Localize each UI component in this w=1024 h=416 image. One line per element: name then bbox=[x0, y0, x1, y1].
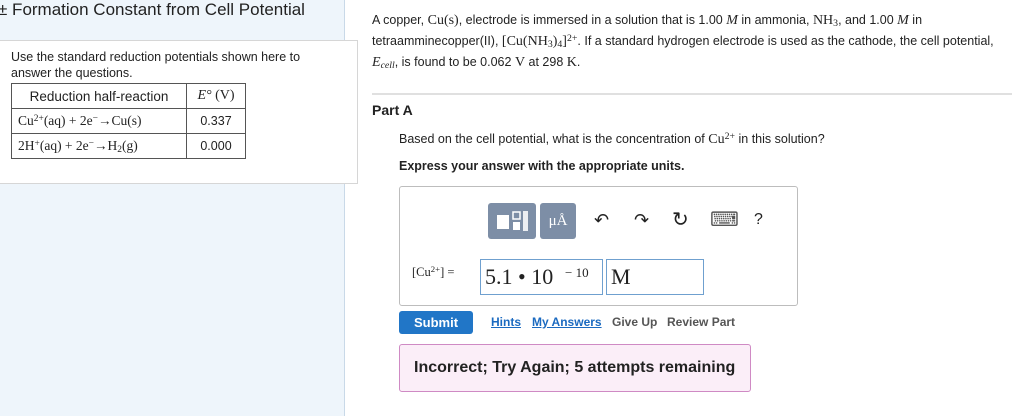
header-reaction: Reduction half-reaction bbox=[11, 83, 187, 109]
reset-button[interactable]: ↻ bbox=[672, 204, 689, 236]
table-header-row: Reduction half-reaction E° (V) bbox=[11, 83, 246, 109]
section-divider bbox=[372, 93, 1012, 95]
redo-icon: ↷ bbox=[634, 210, 650, 230]
templates-button[interactable] bbox=[488, 203, 536, 239]
reset-icon: ↻ bbox=[672, 209, 689, 231]
units-icon: μÅ bbox=[548, 213, 568, 229]
units-button[interactable]: μÅ bbox=[540, 203, 576, 239]
half-reaction-cell: 2H+(aq) + 2e−→H2(g) bbox=[11, 133, 187, 159]
submit-button[interactable]: Submit bbox=[399, 311, 473, 334]
table-row: 2H+(aq) + 2e−→H2(g) 0.000 bbox=[11, 133, 246, 159]
keyboard-icon: ⌨ bbox=[710, 209, 739, 231]
potential-cell: 0.000 bbox=[186, 133, 246, 159]
problem-statement: A copper, Cu(s), electrode is immersed i… bbox=[372, 13, 994, 72]
instructions-text: Use the standard reduction potentials sh… bbox=[11, 50, 301, 80]
keyboard-button[interactable]: ⌨ bbox=[710, 204, 739, 236]
potential-cell: 0.337 bbox=[186, 108, 246, 134]
reduction-potential-table: Reduction half-reaction E° (V) Cu2+(aq) … bbox=[11, 83, 246, 159]
help-icon: ? bbox=[754, 211, 763, 228]
help-button[interactable]: ? bbox=[754, 204, 763, 236]
give-up-link[interactable]: Give Up bbox=[612, 315, 657, 329]
hints-link[interactable]: Hints bbox=[491, 315, 521, 329]
redo-button[interactable]: ↷ bbox=[634, 204, 649, 236]
answer-unit-input[interactable]: M bbox=[606, 259, 704, 295]
info-panel: ± Formation Constant from Cell Potential… bbox=[0, 0, 358, 416]
answer-box: μÅ ↶ ↷ ↻ ⌨ ? [Cu2+] = 5.1 • 10− 10 M bbox=[399, 186, 798, 306]
half-reaction-cell: Cu2+(aq) + 2e−→Cu(s) bbox=[11, 108, 187, 134]
templates-icon bbox=[497, 211, 528, 231]
undo-icon: ↶ bbox=[594, 210, 610, 230]
review-part-link[interactable]: Review Part bbox=[667, 315, 735, 329]
question-text: Based on the cell potential, what is the… bbox=[399, 130, 825, 147]
feedback-message: Incorrect; Try Again; 5 attempts remaini… bbox=[399, 344, 751, 392]
undo-button[interactable]: ↶ bbox=[594, 204, 609, 236]
table-row: Cu2+(aq) + 2e−→Cu(s) 0.337 bbox=[11, 108, 246, 134]
reference-box: Use the standard reduction potentials sh… bbox=[0, 40, 358, 184]
answer-label: [Cu2+] = bbox=[412, 264, 455, 279]
answer-exponent: − 10 bbox=[565, 265, 589, 280]
my-answers-link[interactable]: My Answers bbox=[532, 315, 602, 329]
answer-value-input[interactable]: 5.1 • 10− 10 bbox=[480, 259, 603, 295]
header-potential: E° (V) bbox=[186, 83, 246, 109]
panel-title: ± Formation Constant from Cell Potential bbox=[0, 0, 305, 19]
part-a-heading: Part A bbox=[372, 102, 413, 118]
answer-instruction: Express your answer with the appropriate… bbox=[399, 159, 685, 173]
